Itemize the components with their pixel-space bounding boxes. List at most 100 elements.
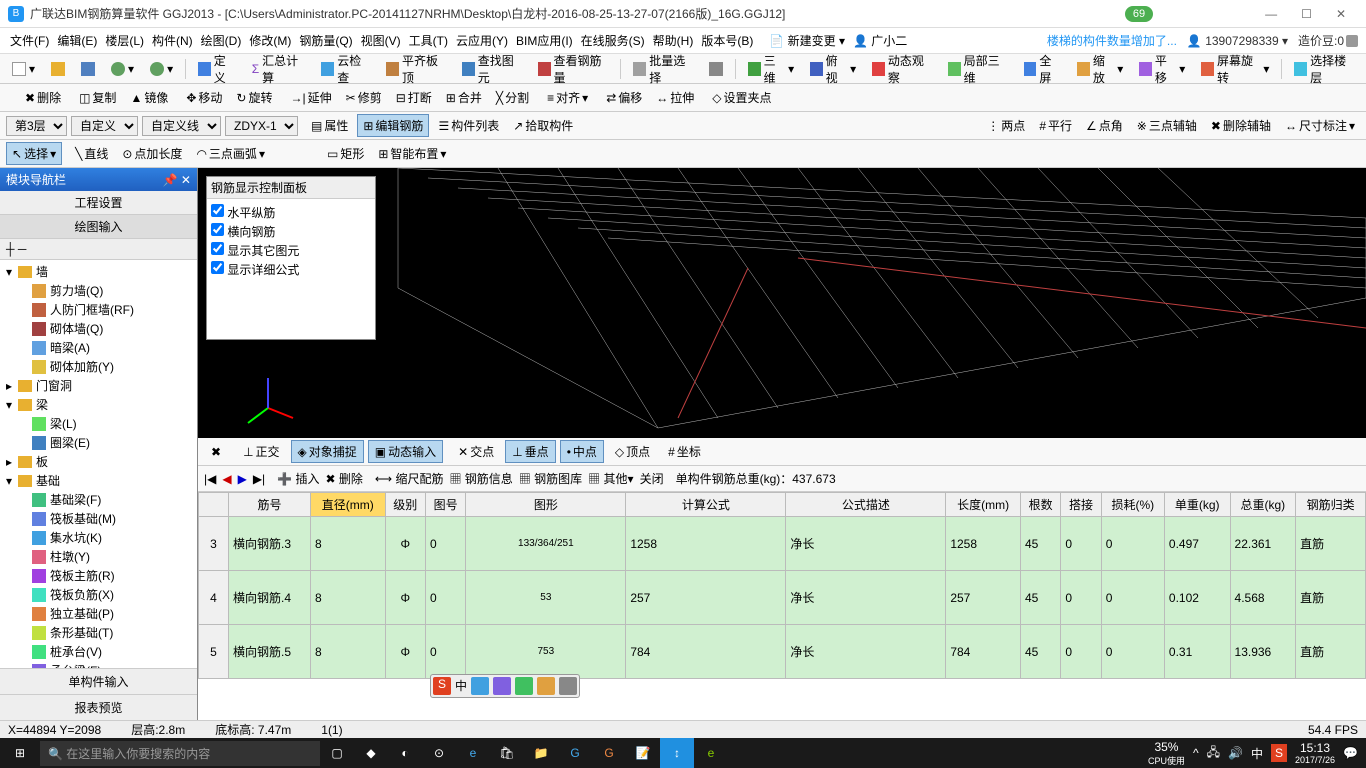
- clock[interactable]: 15:13 2017/7/26: [1295, 741, 1335, 765]
- menu-view[interactable]: 视图(V): [357, 32, 405, 49]
- tray-s-icon[interactable]: S: [1271, 744, 1287, 762]
- ime-mic-icon[interactable]: [493, 677, 511, 695]
- rebar-display-panel[interactable]: 钢筋显示控制面板 水平纵筋 横向钢筋 显示其它图元 显示详细公式: [206, 176, 376, 340]
- screen-rotate-button[interactable]: 屏幕旋转▾: [1195, 50, 1275, 88]
- tree-rfwall[interactable]: 人防门框墙(RF): [2, 300, 195, 319]
- app7[interactable]: G: [592, 738, 626, 768]
- col-pic[interactable]: 图号: [425, 493, 465, 517]
- edit-rebar-button[interactable]: ⊞ 编辑钢筋: [357, 114, 429, 137]
- col-len[interactable]: 长度(mm): [946, 493, 1021, 517]
- break-button[interactable]: ⊟ 打断: [391, 87, 437, 108]
- offset-button[interactable]: ⇄ 偏移: [601, 87, 647, 108]
- smart-button[interactable]: ⊞ 智能布置▾: [373, 143, 451, 164]
- split-button[interactable]: ╳ 分割: [491, 87, 534, 108]
- tray-ime[interactable]: 中: [1251, 745, 1263, 762]
- minimize-button[interactable]: —: [1253, 7, 1289, 21]
- menu-tool[interactable]: 工具(T): [405, 32, 452, 49]
- rect-button[interactable]: ▭ 矩形: [322, 143, 369, 164]
- maximize-button[interactable]: ☐: [1289, 7, 1324, 21]
- close-panel-button[interactable]: 关闭: [640, 470, 664, 487]
- col-tw[interactable]: 总重(kg): [1230, 493, 1296, 517]
- attr-button[interactable]: ▤ 属性: [306, 115, 353, 136]
- table-row[interactable]: 5横向钢筋.58Φ0753784净长78445000.3113.936直筋: [199, 625, 1366, 679]
- ime-tool-icon[interactable]: [559, 677, 577, 695]
- undo-button[interactable]: ▾: [105, 60, 140, 78]
- tree-hidbeam[interactable]: 暗梁(A): [2, 338, 195, 357]
- vert-toggle[interactable]: ◇ 顶点: [608, 440, 657, 463]
- calc-button[interactable]: Σ汇总计算: [246, 50, 312, 88]
- tree-wall[interactable]: ▾墙: [2, 262, 195, 281]
- menu-modify[interactable]: 修改(M): [245, 32, 295, 49]
- menu-help[interactable]: 帮助(H): [649, 32, 698, 49]
- chui-toggle[interactable]: ⊥ 垂点: [505, 440, 555, 463]
- col-dia[interactable]: 直径(mm): [310, 493, 385, 517]
- app8[interactable]: 📝: [626, 738, 660, 768]
- menu-rebar[interactable]: 钢筋量(Q): [295, 32, 356, 49]
- 3d-viewport[interactable]: 钢筋显示控制面板 水平纵筋 横向钢筋 显示其它图元 显示详细公式: [198, 168, 1366, 438]
- local3d-button[interactable]: 局部三维: [942, 50, 1014, 88]
- extend-button[interactable]: →| 延伸: [286, 87, 337, 108]
- col-desc[interactable]: 公式描述: [786, 493, 946, 517]
- table-row[interactable]: 3横向钢筋.38Φ0133/364/2511258净长125845000.497…: [199, 517, 1366, 571]
- start-button[interactable]: ⊞: [0, 746, 40, 760]
- tree-door[interactable]: ▸门窗洞: [2, 376, 195, 395]
- tree-blockrebar[interactable]: 砌体加筋(Y): [2, 357, 195, 376]
- menu-floor[interactable]: 楼层(L): [101, 32, 148, 49]
- col-shape[interactable]: 图形: [466, 493, 626, 517]
- nav-prev[interactable]: ◀: [222, 472, 231, 486]
- opt-vert[interactable]: 横向钢筋: [211, 222, 371, 241]
- parallel-button[interactable]: # 平行: [1034, 115, 1077, 136]
- coord-toggle[interactable]: # 坐标: [661, 440, 708, 463]
- fullscreen-button[interactable]: 全屏: [1018, 50, 1068, 88]
- twopoint-button[interactable]: ⋮ 两点: [982, 115, 1030, 136]
- cloud-check-button[interactable]: 云检查: [315, 50, 376, 88]
- category-select[interactable]: 自定义: [71, 116, 138, 136]
- select-floor-button[interactable]: 选择楼层: [1288, 50, 1360, 88]
- menu-online[interactable]: 在线服务(S): [577, 32, 649, 49]
- close-button[interactable]: ✕: [1324, 7, 1358, 21]
- rebar-info-button[interactable]: ▦ 钢筋信息: [449, 470, 512, 487]
- edge-icon[interactable]: e: [456, 738, 490, 768]
- jiao-toggle[interactable]: ✕ 交点: [451, 440, 501, 463]
- setgrip-button[interactable]: ◇ 设置夹点: [707, 87, 776, 108]
- cpu-widget[interactable]: 35% CPU使用: [1148, 740, 1185, 767]
- ortho-toggle[interactable]: ⊥ 正交: [236, 440, 286, 463]
- nav-first[interactable]: |◀: [204, 472, 216, 486]
- menu-draw[interactable]: 绘图(D): [197, 32, 246, 49]
- code-select[interactable]: ZDYX-1: [225, 116, 298, 136]
- col-grade[interactable]: 级别: [385, 493, 425, 517]
- notification-badge[interactable]: 69: [1125, 6, 1153, 22]
- tree-slab[interactable]: ▸板: [2, 452, 195, 471]
- copy-button[interactable]: ◫ 复制: [74, 87, 121, 108]
- col-cnt[interactable]: 根数: [1020, 493, 1060, 517]
- tree-pillar[interactable]: 柱墩(Y): [2, 547, 195, 566]
- tree-capbeam[interactable]: 承台梁(F): [2, 661, 195, 668]
- report-preview-button[interactable]: 报表预览: [0, 694, 197, 720]
- ime-toolbar[interactable]: S 中: [430, 674, 580, 698]
- zoom-button[interactable]: 缩放▾: [1071, 50, 1129, 88]
- col-formula[interactable]: 计算公式: [626, 493, 786, 517]
- pixuan-button[interactable]: 批量选择: [627, 50, 699, 88]
- angle-button[interactable]: ∠ 点角: [1081, 115, 1128, 136]
- single-input-button[interactable]: 单构件输入: [0, 668, 197, 694]
- pingqi-button[interactable]: 平齐板顶: [380, 50, 452, 88]
- table-row[interactable]: 4横向钢筋.48Φ053257净长25745000.1024.568直筋: [199, 571, 1366, 625]
- col-cat[interactable]: 钢筋归类: [1296, 493, 1366, 517]
- new-change-button[interactable]: 📄 新建变更 ▾: [765, 32, 849, 49]
- select-mode-button[interactable]: ↖ 选择▾: [6, 142, 62, 165]
- dyninput-toggle[interactable]: ▣ 动态输入: [368, 440, 443, 463]
- ime-lang[interactable]: 中: [455, 677, 467, 695]
- tray-vol-icon[interactable]: 🔊: [1228, 746, 1243, 760]
- ime-logo-icon[interactable]: S: [433, 677, 451, 695]
- nav-tree[interactable]: ▾墙 剪力墙(Q) 人防门框墙(RF) 砌体墙(Q) 暗梁(A) 砌体加筋(Y)…: [0, 260, 197, 668]
- coin-label[interactable]: 造价豆:0: [1298, 32, 1344, 49]
- taskview-icon[interactable]: ▢: [320, 738, 354, 768]
- topview-button[interactable]: 俯视▾: [804, 50, 862, 88]
- tab-draw[interactable]: 绘图输入: [0, 215, 197, 239]
- app9[interactable]: ↕: [660, 738, 694, 768]
- col-lap[interactable]: 搭接: [1061, 493, 1101, 517]
- align-button[interactable]: ≡ 对齐▾: [542, 87, 593, 108]
- type-select[interactable]: 自定义线: [142, 116, 221, 136]
- delete-button[interactable]: ✖ 删除: [325, 470, 362, 487]
- app6[interactable]: G: [558, 738, 592, 768]
